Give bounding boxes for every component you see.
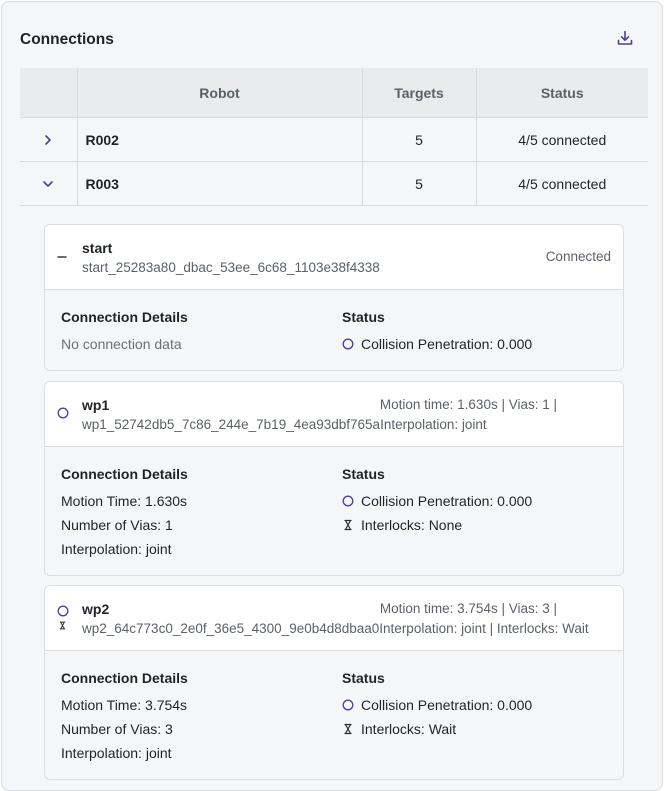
target-card-header[interactable]: wp1 wp1_52742db5_7c86_244e_7b19_4ea93dbf… [45, 382, 623, 447]
circle-icon [57, 605, 69, 617]
targets-cell: 5 [362, 117, 477, 162]
circle-icon [57, 407, 69, 419]
details-line: Number of Vias: 3 [61, 721, 173, 737]
status-line: Interlocks: Wait [342, 721, 456, 737]
details-line: Motion Time: 3.754s [61, 697, 188, 713]
target-card-start: start start_25283a80_dbac_53ee_6c68_1103… [44, 224, 624, 371]
status-title: Status [342, 466, 385, 482]
column-header-robot[interactable]: Robot [77, 68, 363, 118]
robot-detail-area: start start_25283a80_dbac_53ee_6c68_1103… [2, 201, 662, 790]
connections-panel: Connections Robot Targets Status R002 5 … [1, 1, 663, 791]
robot-cell: R003 [77, 161, 363, 206]
chevron-down-icon [43, 180, 54, 187]
details-title: Connection Details [61, 670, 188, 686]
hourglass-icon [344, 723, 352, 735]
targets-cell: 5 [362, 161, 477, 206]
target-id: start_25283a80_dbac_53ee_6c68_1103e38f43… [82, 260, 380, 275]
expand-toggle[interactable] [20, 117, 78, 162]
download-button[interactable] [616, 29, 636, 49]
target-card-body: Connection Details No connection data St… [45, 290, 623, 370]
status-title: Status [342, 670, 385, 686]
minus-icon [57, 256, 67, 258]
target-summary: Connected [545, 249, 611, 264]
details-line: Interpolation: joint [61, 541, 172, 557]
details-title: Connection Details [61, 309, 188, 325]
target-card-wp2: wp2 wp2_64c773c0_2e0f_36e5_4300_9e0b4d8d… [44, 585, 624, 780]
status-line: Collision Penetration: 0.000 [342, 493, 532, 509]
panel-title: Connections [20, 31, 114, 48]
target-card-body: Connection Details Motion Time: 3.754s N… [45, 651, 623, 779]
status-line: Collision Penetration: 0.000 [342, 697, 532, 713]
target-card-header[interactable]: wp2 wp2_64c773c0_2e0f_36e5_4300_9e0b4d8d… [45, 586, 623, 651]
hourglass-icon [59, 621, 66, 630]
download-icon [617, 30, 633, 45]
hourglass-icon [344, 519, 352, 531]
target-card-body: Connection Details Motion Time: 1.630s N… [45, 447, 623, 575]
column-header-expand [20, 68, 78, 118]
status-cell: 4/5 connected [476, 161, 648, 206]
table-header-row: Robot Targets Status [20, 68, 648, 118]
details-line: No connection data [61, 336, 182, 352]
target-summary: Motion time: 3.754s | Vias: 3 | [379, 601, 557, 616]
circle-icon [342, 338, 354, 350]
target-id: wp1_52742db5_7c86_244e_7b19_4ea93dbf765a… [82, 417, 487, 432]
status-cell: 4/5 connected [476, 117, 648, 162]
details-line: Motion Time: 1.630s [61, 493, 188, 509]
target-name: wp1 [82, 397, 110, 413]
circle-icon [342, 495, 354, 507]
column-header-status[interactable]: Status [476, 68, 648, 118]
circle-icon [342, 699, 354, 711]
robot-cell: R002 [77, 117, 363, 162]
details-title: Connection Details [61, 466, 188, 482]
collapse-toggle[interactable] [20, 161, 78, 206]
connections-table: Robot Targets Status R002 5 4/5 connecte… [20, 68, 648, 206]
target-name: wp2 [82, 601, 110, 617]
details-line: Number of Vias: 1 [61, 517, 173, 533]
column-header-targets[interactable]: Targets [362, 68, 477, 118]
table-row[interactable]: R003 5 4/5 connected [20, 161, 648, 206]
status-line: Interlocks: None [342, 517, 462, 533]
status-line: Collision Penetration: 0.000 [342, 336, 532, 352]
status-title: Status [342, 309, 385, 325]
target-name: start [82, 240, 113, 256]
target-card-header[interactable]: start start_25283a80_dbac_53ee_6c68_1103… [45, 225, 623, 290]
target-summary: Motion time: 1.630s | Vias: 1 | [379, 397, 557, 412]
table-row[interactable]: R002 5 4/5 connected [20, 117, 648, 162]
details-line: Interpolation: joint [61, 745, 172, 761]
chevron-right-icon [45, 134, 52, 145]
panel-header: Connections [2, 2, 662, 68]
target-card-wp1: wp1 wp1_52742db5_7c86_244e_7b19_4ea93dbf… [44, 381, 624, 576]
target-id: wp2_64c773c0_2e0f_36e5_4300_9e0b4d8dbaa0… [82, 621, 589, 636]
